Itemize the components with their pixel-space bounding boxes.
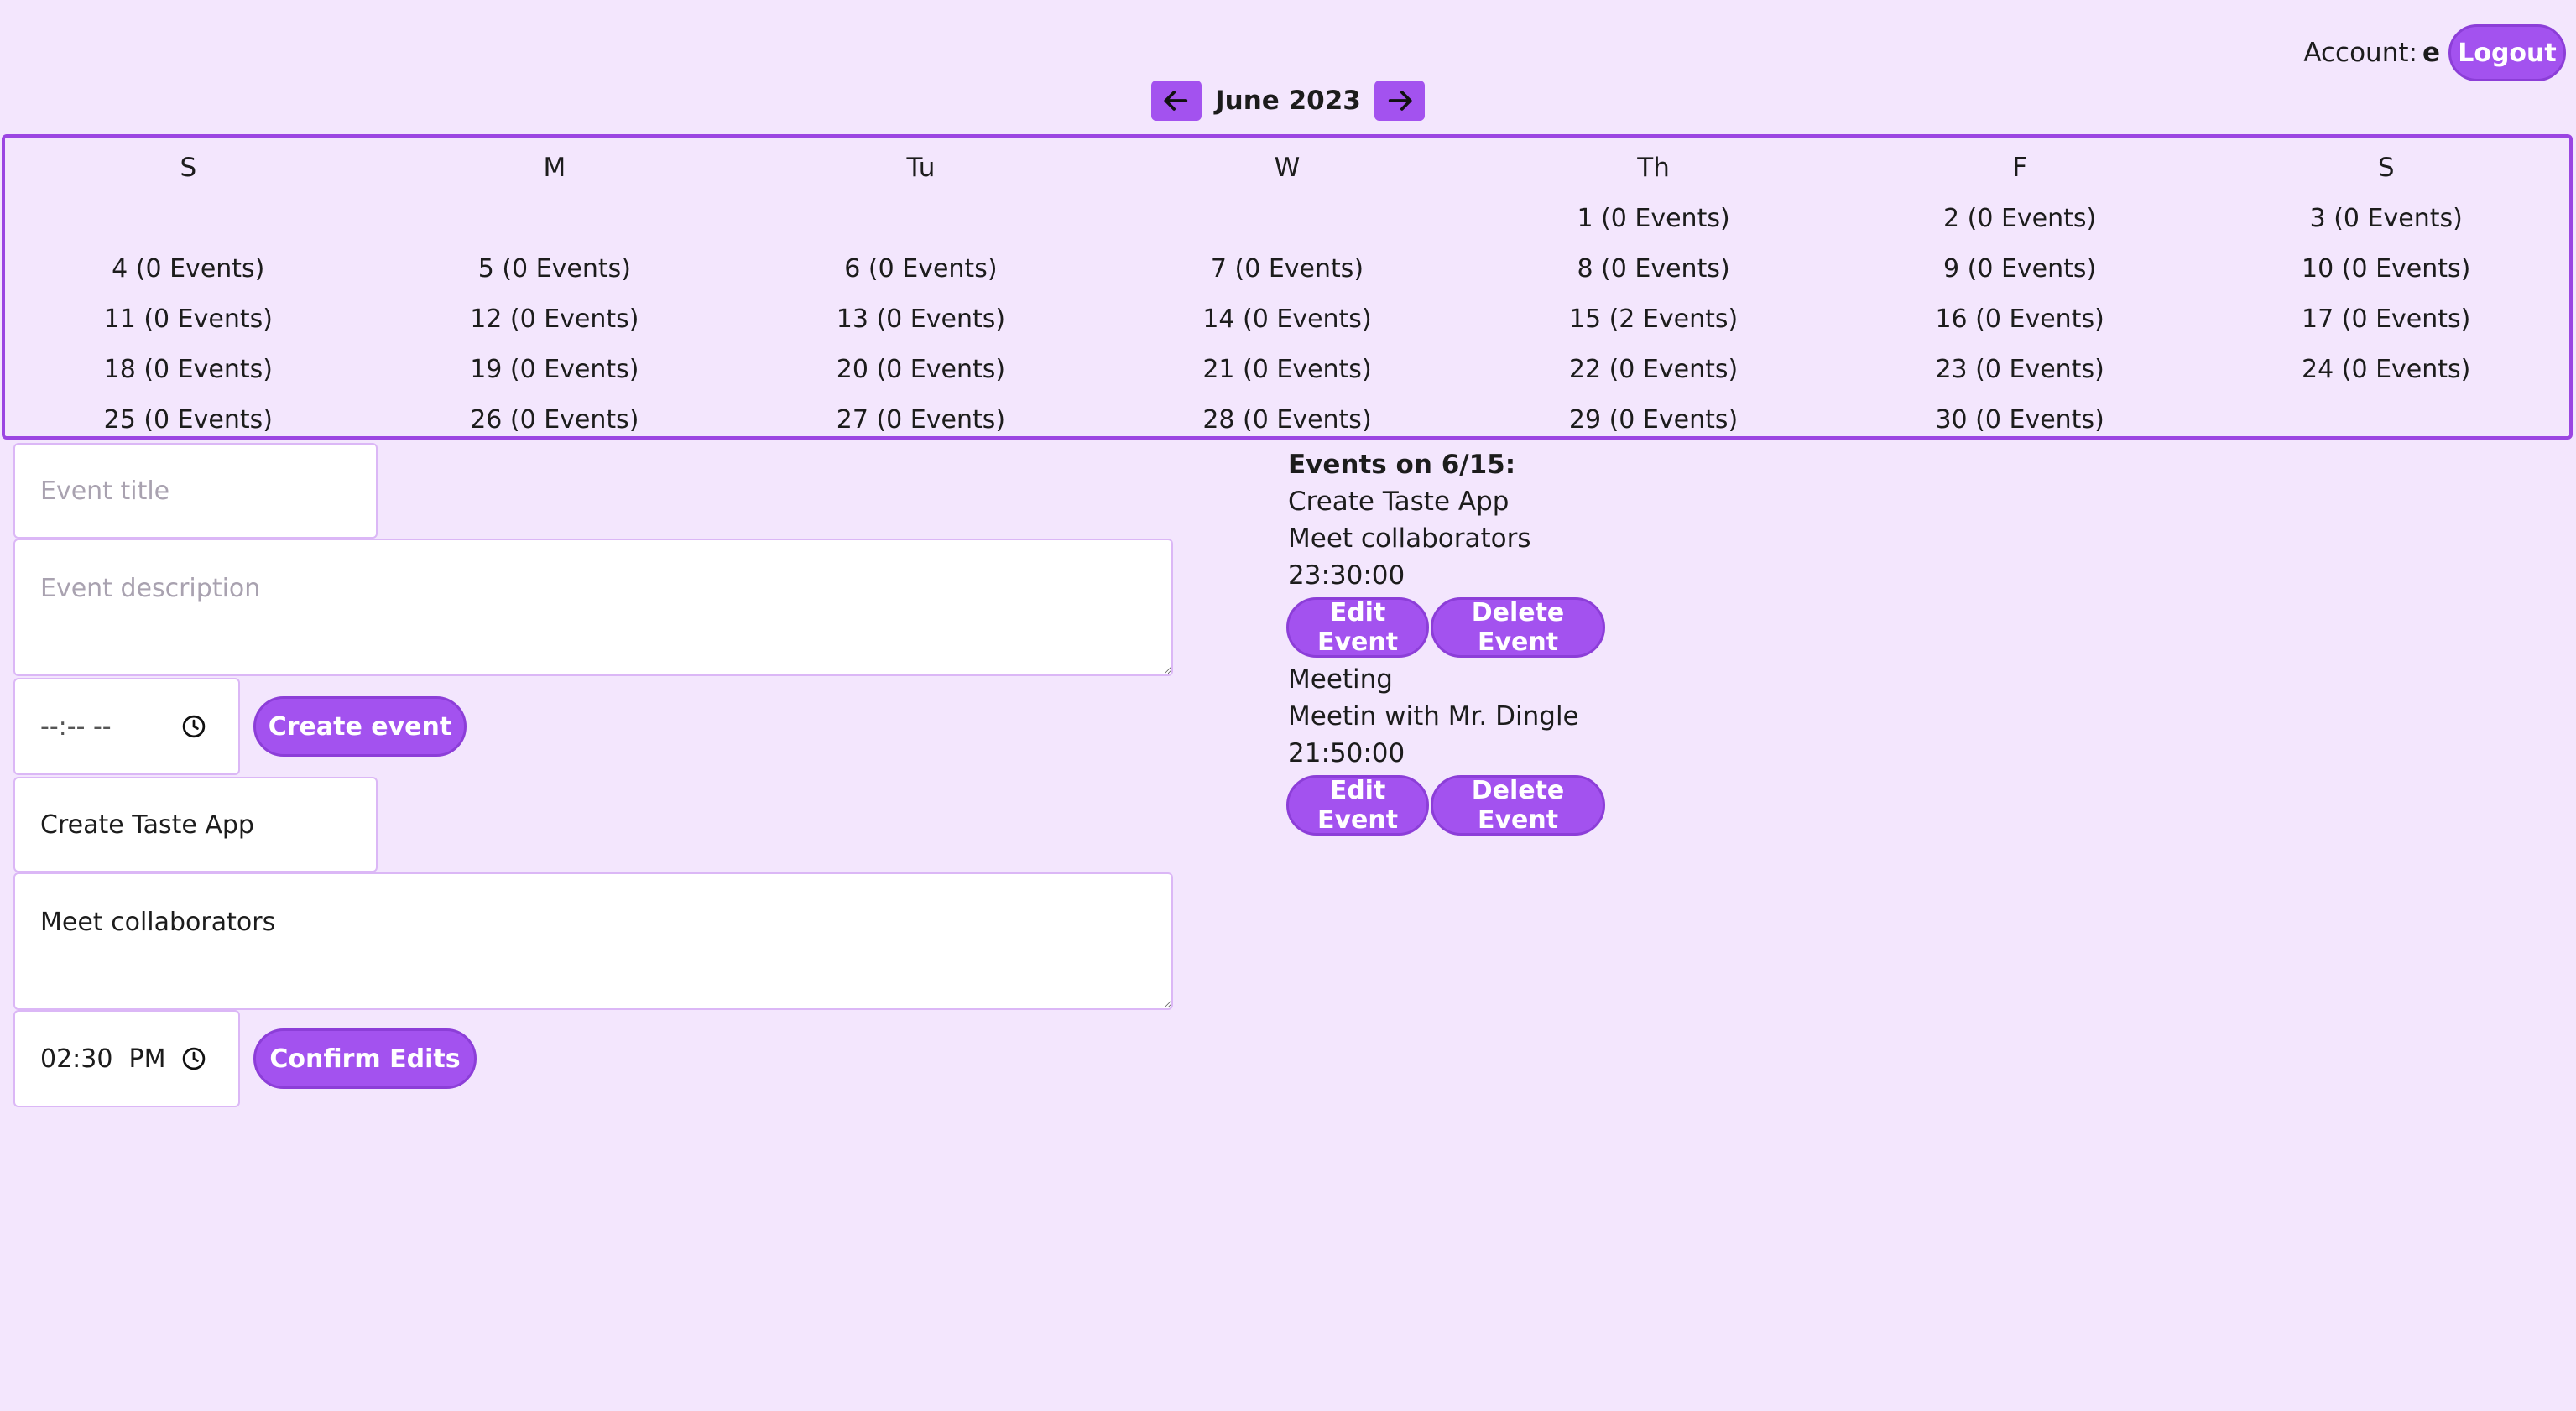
calendar-day[interactable]: 27 (0 Events): [738, 394, 1104, 445]
calendar-day[interactable]: 12 (0 Events): [372, 294, 738, 344]
calendar-grid: S M Tu W Th F S 1 (0 Events) 2 (0 Events)…: [2, 134, 2573, 440]
event-title-input[interactable]: [13, 443, 378, 539]
calendar-day[interactable]: 3 (0 Events): [2203, 193, 2569, 243]
edit-time-value: 02:30 PM: [40, 1044, 166, 1074]
weekday-header: M: [543, 153, 566, 183]
calendar-day[interactable]: 21 (0 Events): [1104, 344, 1471, 394]
event-title: Create Taste App: [1288, 487, 1510, 517]
event-actions: Edit Event Delete Event: [1286, 597, 1605, 658]
clock-icon: [182, 1047, 206, 1070]
calendar-day[interactable]: 19 (0 Events): [372, 344, 738, 394]
month-navigation: June 2023: [0, 81, 2576, 121]
event-description: Meetin with Mr. Dingle: [1288, 701, 1579, 732]
calendar-day[interactable]: 24 (0 Events): [2203, 344, 2569, 394]
calendar-day[interactable]: 30 (0 Events): [1837, 394, 2203, 445]
edit-event-button[interactable]: Edit Event: [1286, 597, 1429, 658]
calendar-empty-cell: [1104, 193, 1471, 243]
calendar-day[interactable]: 17 (0 Events): [2203, 294, 2569, 344]
weekday-header: S: [2377, 153, 2395, 183]
calendar-day[interactable]: 11 (0 Events): [5, 294, 372, 344]
calendar-day[interactable]: 16 (0 Events): [1837, 294, 2203, 344]
calendar-day[interactable]: 15 (2 Events): [1470, 294, 1837, 344]
weekday-header: S: [180, 153, 197, 183]
next-month-button[interactable]: [1374, 81, 1425, 121]
logout-button[interactable]: Logout: [2448, 24, 2566, 81]
weekday-header: Th: [1637, 153, 1670, 183]
calendar-day[interactable]: 10 (0 Events): [2203, 243, 2569, 294]
confirm-edits-button[interactable]: Confirm Edits: [253, 1028, 477, 1089]
calendar-day[interactable]: 2 (0 Events): [1837, 193, 2203, 243]
calendar-day[interactable]: 23 (0 Events): [1837, 344, 2203, 394]
delete-event-button[interactable]: Delete Event: [1431, 597, 1605, 658]
calendar-day[interactable]: 5 (0 Events): [372, 243, 738, 294]
event-description-input[interactable]: [13, 539, 1173, 676]
calendar-day[interactable]: 25 (0 Events): [5, 394, 372, 445]
calendar-day[interactable]: 26 (0 Events): [372, 394, 738, 445]
event-time-value: --:-- --: [40, 711, 112, 742]
arrow-right-icon: [1388, 91, 1412, 111]
event-time: 23:30:00: [1288, 560, 1405, 591]
clock-icon: [182, 715, 206, 738]
calendar-day[interactable]: 14 (0 Events): [1104, 294, 1471, 344]
events-panel: Events on 6/15: Create Taste App Meet co…: [1286, 446, 1605, 839]
calendar-empty-cell: [2203, 394, 2569, 445]
calendar-day[interactable]: 29 (0 Events): [1470, 394, 1837, 445]
edit-time-input[interactable]: 02:30 PM: [13, 1010, 240, 1107]
calendar-day[interactable]: 1 (0 Events): [1470, 193, 1837, 243]
calendar-day[interactable]: 8 (0 Events): [1470, 243, 1837, 294]
account-username: e: [2422, 38, 2440, 68]
calendar-empty-cell: [5, 193, 372, 243]
event-actions: Edit Event Delete Event: [1286, 775, 1605, 836]
event-item: Create Taste App Meet collaborators 23:3…: [1286, 483, 1605, 658]
arrow-left-icon: [1164, 91, 1188, 111]
edit-event-button[interactable]: Edit Event: [1286, 775, 1429, 836]
calendar-day[interactable]: 9 (0 Events): [1837, 243, 2203, 294]
prev-month-button[interactable]: [1151, 81, 1202, 121]
account-label: Account:: [2303, 38, 2417, 68]
calendar-day[interactable]: 6 (0 Events): [738, 243, 1104, 294]
weekday-header: Tu: [906, 153, 936, 183]
calendar-day[interactable]: 7 (0 Events): [1104, 243, 1471, 294]
edit-description-input[interactable]: Meet collaborators: [13, 872, 1173, 1010]
delete-event-button[interactable]: Delete Event: [1431, 775, 1605, 836]
calendar-day[interactable]: 4 (0 Events): [5, 243, 372, 294]
event-item: Meeting Meetin with Mr. Dingle 21:50:00 …: [1286, 661, 1605, 836]
event-title: Meeting: [1288, 664, 1393, 695]
edit-title-input[interactable]: [13, 777, 378, 872]
month-label: June 2023: [1215, 86, 1361, 116]
weekday-header: W: [1274, 153, 1301, 183]
calendar-day[interactable]: 28 (0 Events): [1104, 394, 1471, 445]
event-description: Meet collaborators: [1288, 523, 1531, 554]
calendar-day[interactable]: 22 (0 Events): [1470, 344, 1837, 394]
event-time: 21:50:00: [1288, 738, 1405, 768]
events-heading: Events on 6/15:: [1288, 450, 1516, 480]
calendar-empty-cell: [372, 193, 738, 243]
calendar-day[interactable]: 20 (0 Events): [738, 344, 1104, 394]
calendar-day[interactable]: 13 (0 Events): [738, 294, 1104, 344]
account-bar: Account: e Logout: [2303, 23, 2566, 83]
calendar-empty-cell: [738, 193, 1104, 243]
weekday-header: F: [2012, 153, 2028, 183]
create-event-button[interactable]: Create event: [253, 696, 467, 757]
calendar-day[interactable]: 18 (0 Events): [5, 344, 372, 394]
event-time-input[interactable]: --:-- --: [13, 678, 240, 775]
